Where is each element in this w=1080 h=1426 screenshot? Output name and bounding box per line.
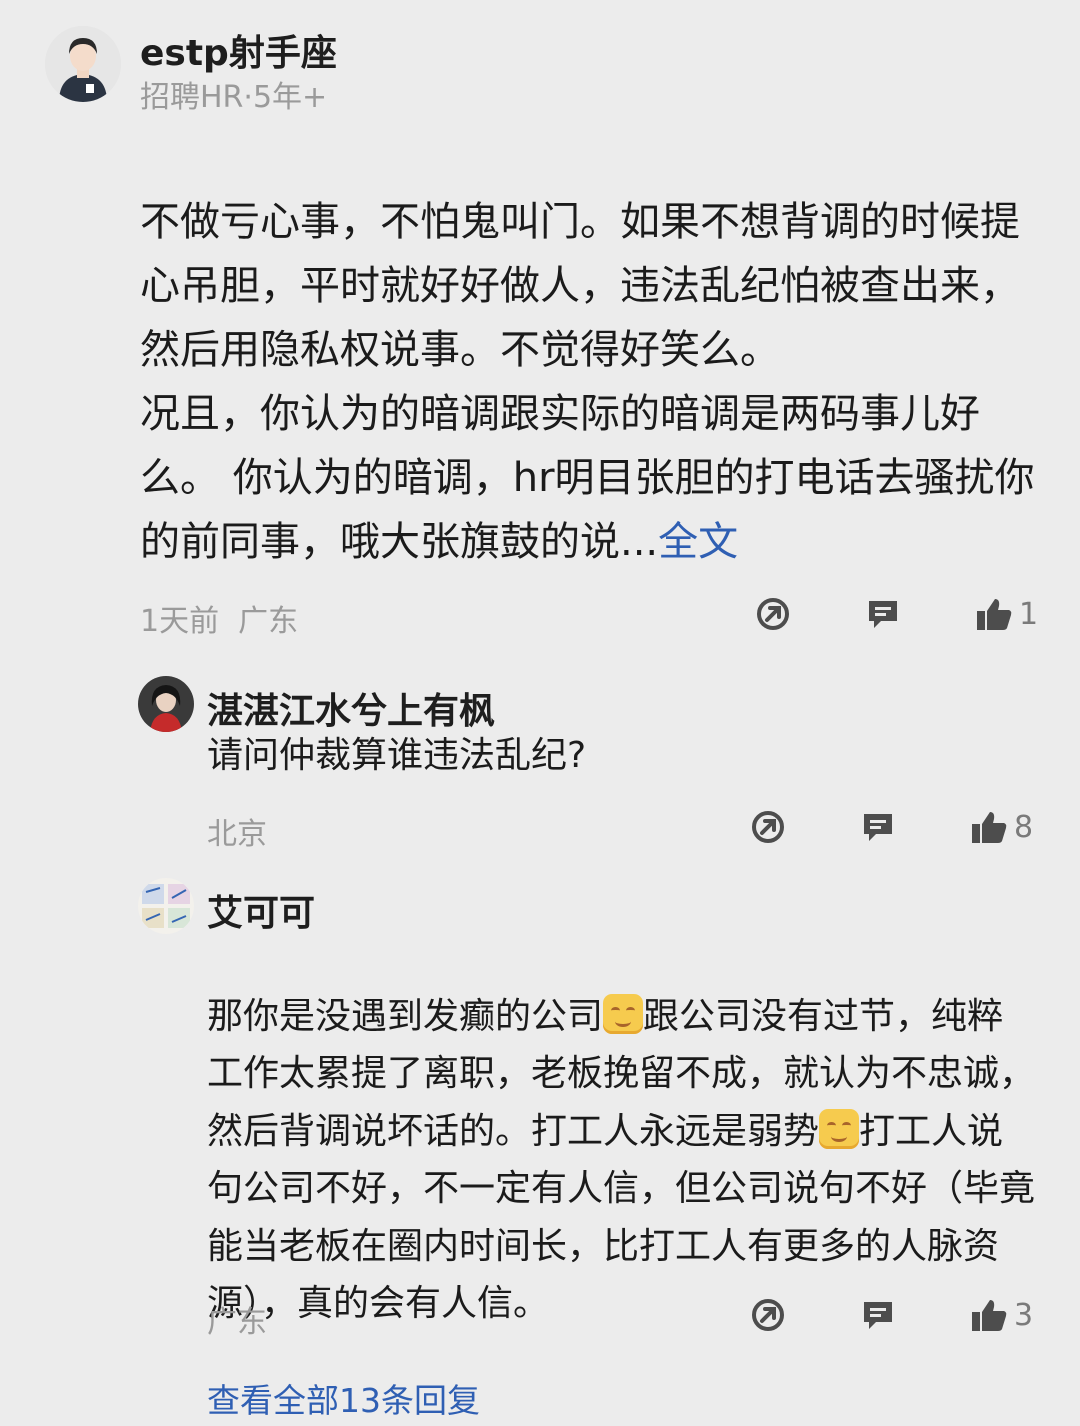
share-icon[interactable]: [755, 596, 791, 632]
thumbs-up-icon: [970, 1297, 1008, 1333]
reply-actions: 3: [750, 1297, 1033, 1333]
comment-body: 不做亏心事，不怕鬼叫门。如果不想背调的时候提心吊胆，平时就好好做人，违法乱纪怕被…: [140, 199, 1035, 565]
comment-time: 1天前: [140, 604, 220, 639]
thumbs-up-icon: [970, 809, 1008, 845]
comment-text: 不做亏心事，不怕鬼叫门。如果不想背调的时候提心吊胆，平时就好好做人，违法乱纪怕被…: [140, 126, 1040, 574]
comment-icon[interactable]: [860, 1297, 896, 1333]
comment-icon[interactable]: [865, 596, 901, 632]
smile-emoji-icon: [603, 993, 644, 1034]
like-count: 3: [1014, 1297, 1034, 1333]
comment-location: 广东: [238, 604, 299, 639]
reply-location: 北京: [207, 817, 267, 852]
reply-author[interactable]: 艾可可: [207, 884, 315, 936]
reply-text: 请问仲裁算谁违法乱纪?: [207, 735, 587, 776]
author-name[interactable]: estp射手座: [140, 24, 337, 76]
reply-location: 广东: [207, 1305, 267, 1340]
comment-meta: 1天前 广东: [140, 596, 298, 640]
reply-actions: 8: [750, 809, 1033, 845]
like-button[interactable]: 8: [970, 809, 1033, 845]
reply-author[interactable]: 湛湛江水兮上有枫: [207, 682, 495, 734]
reply-text: 那你是没遇到发癫的公司 跟公司没有过节，纯粹工作太累提了离职，老板挽留不成，就认为…: [207, 930, 1037, 1333]
author-tag: 招聘HR·5年+: [140, 80, 328, 115]
comment-icon[interactable]: [860, 809, 896, 845]
thumbs-up-icon: [975, 596, 1013, 632]
comment-actions: 1: [755, 596, 1038, 632]
share-icon[interactable]: [750, 809, 786, 845]
share-icon[interactable]: [750, 1297, 786, 1333]
view-all-replies-link[interactable]: 查看全部13条回复: [207, 1374, 480, 1422]
like-button[interactable]: 1: [975, 596, 1038, 632]
like-button[interactable]: 3: [970, 1297, 1033, 1333]
like-count: 1: [1019, 596, 1039, 632]
read-more-link[interactable]: 全文: [658, 519, 738, 565]
reply-avatar[interactable]: [138, 676, 194, 732]
like-count: 8: [1014, 809, 1034, 845]
reply-avatar[interactable]: [138, 878, 194, 934]
reply-text-part: 那你是没遇到发癫的公司: [207, 995, 604, 1037]
author-avatar[interactable]: [45, 26, 121, 102]
smile-emoji-icon: [819, 1108, 860, 1149]
